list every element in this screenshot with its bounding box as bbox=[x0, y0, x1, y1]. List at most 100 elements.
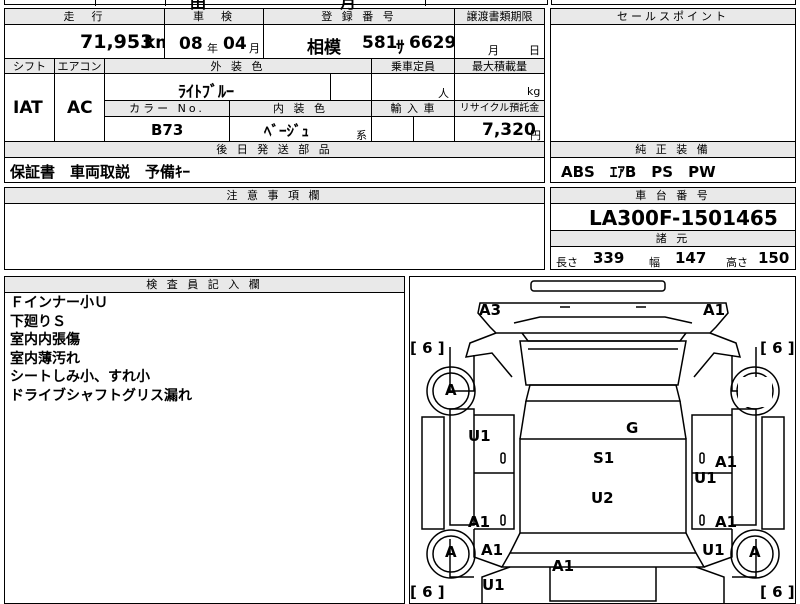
top-partial-text-2: 月 bbox=[340, 0, 357, 12]
color-no-cell: B73 bbox=[104, 116, 230, 142]
chassis-number: LA300F-1501465 bbox=[589, 206, 778, 230]
mileage-cell: 71,953 km bbox=[4, 24, 165, 59]
mark-left-front-door: U1 bbox=[468, 427, 491, 445]
mark-rear-center: A1 bbox=[552, 557, 575, 575]
exterior-color-extra-cell bbox=[330, 73, 372, 101]
sales-point-header: セールスポイント bbox=[550, 8, 796, 25]
chassis-header: 車 台 番 号 bbox=[550, 187, 796, 204]
inspector-note: 室内薄汚れ bbox=[10, 350, 80, 367]
transfer-day-unit: 日 bbox=[529, 44, 540, 57]
transfer-month-unit: 月 bbox=[488, 44, 499, 57]
capacity-header: 乗車定員 bbox=[371, 58, 455, 74]
inspector-note: シートしみ小、すれ小 bbox=[10, 369, 150, 385]
length-label: 長さ bbox=[556, 256, 578, 269]
shipping-parts-value: 保証書 車両取説 予備ｷｰ bbox=[10, 163, 191, 181]
recycle-unit: 円 bbox=[530, 129, 541, 142]
inspector-header: 検 査 員 記 入 欄 bbox=[4, 276, 405, 293]
equipment-cell: ABS ｴｱB PS PW bbox=[550, 157, 796, 183]
inspection-month-unit: 月 bbox=[249, 42, 260, 55]
sales-point-cell bbox=[550, 24, 796, 142]
top-partial-divider-2 bbox=[165, 0, 166, 6]
inspector-note: 室内内張傷 bbox=[10, 332, 80, 348]
exterior-color-header: 外 装 色 bbox=[104, 58, 372, 74]
capacity-unit: 人 bbox=[438, 87, 449, 100]
inspection-month: 04 bbox=[223, 34, 247, 54]
inspector-note: Ｆインナー小Ｕ bbox=[10, 295, 108, 311]
shipping-parts-cell: 保証書 車両取説 予備ｷｰ bbox=[4, 157, 545, 183]
inspection-header: 車 検 bbox=[164, 8, 264, 25]
shift-cell: IAT bbox=[4, 73, 55, 142]
inspector-notes-cell: Ｆインナー小Ｕ 下廻りＳ 室内内張傷 室内薄汚れ シートしみ小、すれ小 ドライブ… bbox=[4, 292, 405, 604]
interior-color-cell: ﾍﾞｰｼﾞｭ 系 bbox=[229, 116, 372, 142]
exterior-color-cell: ﾗｲﾄﾌﾞﾙｰ bbox=[104, 73, 331, 101]
registration-kana: ｻ bbox=[396, 38, 405, 58]
mark-left-rear: A1 bbox=[468, 513, 491, 531]
mileage-unit: km bbox=[144, 33, 164, 53]
specs-header: 諸 元 bbox=[550, 230, 796, 247]
inspection-cell: 08 年 04 月 bbox=[164, 24, 264, 59]
transfer-deadline-cell: 月 日 bbox=[454, 24, 545, 59]
wheel-rear-right-mark: A bbox=[749, 543, 761, 561]
mileage-value: 71,953 bbox=[80, 31, 154, 53]
width-value: 147 bbox=[675, 249, 707, 267]
transfer-deadline-header: 譲渡書類期限 bbox=[454, 8, 545, 25]
aircon-cell: AC bbox=[54, 73, 105, 142]
interior-color-suffix: 系 bbox=[356, 129, 367, 142]
mark-right-lower: U1 bbox=[702, 541, 725, 559]
equipment-value: ABS ｴｱB PS PW bbox=[561, 163, 716, 181]
tire-rear-left-depth: [ 6 ] bbox=[410, 583, 445, 601]
shipping-parts-header: 後 日 発 送 部 品 bbox=[4, 141, 545, 158]
shift-header: シフト bbox=[4, 58, 55, 74]
registration-class: 581 bbox=[362, 33, 398, 53]
height-label: 高さ bbox=[726, 256, 748, 269]
wheel-rear-left-mark: A bbox=[445, 543, 457, 561]
top-partial-divider-3 bbox=[425, 0, 426, 6]
top-partial-text-1: 田 bbox=[190, 0, 207, 12]
wheel-front-left-mark: A bbox=[445, 381, 457, 399]
inspection-year: 08 bbox=[179, 34, 203, 54]
recycle-header: リサイクル預託金 bbox=[454, 100, 545, 117]
mark-right-front-door: A1 bbox=[715, 453, 738, 471]
top-partial-row bbox=[4, 0, 548, 6]
load-unit: kg bbox=[527, 85, 541, 98]
capacity-cell: 人 bbox=[371, 73, 455, 101]
recycle-cell: 7,320 円 bbox=[454, 116, 545, 142]
length-value: 339 bbox=[593, 249, 625, 267]
registration-cell: 相模 581 ｻ 6629 bbox=[263, 24, 455, 59]
width-label: 幅 bbox=[649, 256, 660, 269]
mark-right-rear: A1 bbox=[715, 513, 738, 531]
car-diagram-panel: A A A A [ 6 ] [ 6 ] [ 6 ] [ 6 ] A3 A1 U1… bbox=[409, 276, 796, 604]
top-partial-divider-1 bbox=[95, 0, 96, 6]
mileage-header: 走 行 bbox=[4, 8, 165, 25]
color-no-header: カラー No. bbox=[104, 100, 230, 117]
mark-left-bottom: U1 bbox=[482, 576, 505, 594]
import-header: 輸 入 車 bbox=[371, 100, 455, 117]
inspection-year-unit: 年 bbox=[207, 42, 218, 55]
tire-rear-right-depth: [ 6 ] bbox=[760, 583, 795, 601]
max-load-cell: kg bbox=[454, 73, 545, 101]
mark-left-lower: A1 bbox=[481, 541, 504, 559]
caution-header: 注 意 事 項 欄 bbox=[4, 187, 545, 204]
aircon-header: エアコン bbox=[54, 58, 105, 74]
aircon-value: AC bbox=[67, 98, 93, 118]
interior-color-value: ﾍﾞｰｼﾞｭ bbox=[264, 122, 310, 140]
tire-front-right-depth: [ 6 ] bbox=[760, 339, 795, 357]
inspector-note: 下廻りＳ bbox=[10, 313, 66, 330]
top-partial-right bbox=[551, 0, 796, 5]
mark-front-right: A1 bbox=[703, 301, 726, 319]
interior-color-header: 内 装 色 bbox=[229, 100, 372, 117]
tire-front-left-depth: [ 6 ] bbox=[410, 339, 445, 357]
import-cell-b bbox=[413, 116, 455, 142]
chassis-cell: LA300F-1501465 bbox=[550, 203, 796, 231]
specs-cell: 長さ 339 幅 147 高さ 150 bbox=[550, 246, 796, 270]
mark-front-left: A3 bbox=[479, 301, 502, 319]
shift-value: IAT bbox=[13, 98, 43, 118]
import-cell-a bbox=[371, 116, 414, 142]
registration-number: 6629 bbox=[409, 33, 455, 53]
height-value: 150 bbox=[758, 249, 790, 267]
max-load-header: 最大積載量 bbox=[454, 58, 545, 74]
recycle-value: 7,320 bbox=[482, 120, 536, 140]
registration-place: 相模 bbox=[307, 38, 341, 58]
mark-center: U2 bbox=[591, 489, 614, 507]
exterior-color-value: ﾗｲﾄﾌﾞﾙｰ bbox=[178, 82, 235, 101]
